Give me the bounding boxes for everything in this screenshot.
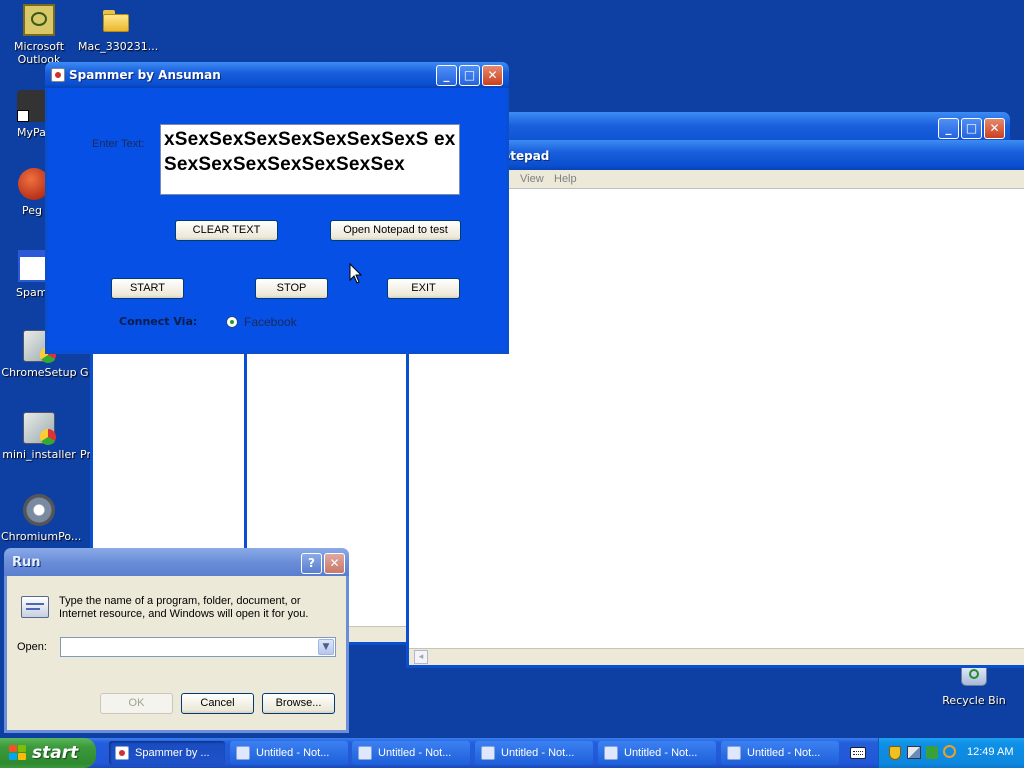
- desktop-icon-label: ChromeSetup: [1, 366, 77, 379]
- taskbar-button-notepad-2[interactable]: Untitled - Not...: [352, 741, 470, 765]
- close-button[interactable]: ✕: [984, 118, 1005, 139]
- close-button[interactable]: ✕: [482, 65, 503, 86]
- taskbar-button-label: Untitled - Not...: [624, 747, 698, 759]
- clock[interactable]: 12:49 AM: [967, 746, 1013, 758]
- open-combobox[interactable]: ▼: [60, 637, 336, 657]
- search-icon[interactable]: [943, 745, 956, 758]
- network-icon[interactable]: [907, 746, 921, 759]
- desktop-icon-chromiumpo[interactable]: ChromiumPo...: [1, 494, 81, 543]
- spammer-title: Spammer by Ansuman: [69, 68, 221, 82]
- windows-logo-icon: [9, 745, 26, 761]
- start-button[interactable]: start: [0, 738, 96, 768]
- desktop-icon-label: Peg: [22, 204, 42, 217]
- desktop-icon-outlook[interactable]: Microsoft Outlook: [1, 4, 77, 66]
- desktop-icon-mini-installer[interactable]: mini_installer: [1, 412, 77, 461]
- minimize-button[interactable]: _: [938, 118, 959, 139]
- taskbar-button-label: Untitled - Not...: [256, 747, 330, 759]
- ok-button[interactable]: OK: [100, 693, 173, 714]
- chromium-icon: [23, 494, 55, 526]
- app-icon: [115, 746, 129, 760]
- desktop-icon-label: Recycle Bin: [942, 694, 1006, 707]
- notepad-icon: [481, 746, 495, 760]
- run-description: Type the name of a program, folder, docu…: [59, 595, 309, 620]
- menu-view[interactable]: View: [520, 170, 544, 188]
- taskbar-button-notepad-1[interactable]: Untitled - Not...: [230, 741, 348, 765]
- exit-button[interactable]: EXIT: [387, 278, 460, 299]
- run-title: Run: [12, 555, 41, 570]
- taskbar-button-notepad-5[interactable]: Untitled - Not...: [721, 741, 839, 765]
- notepad-icon: [604, 746, 618, 760]
- notepad-icon: [236, 746, 250, 760]
- connect-via-label: Connect Via:: [119, 315, 198, 328]
- run-dialog[interactable]: Run ? ✕ Type the name of a program, fold…: [4, 548, 349, 733]
- notepad-title: otepad: [502, 149, 550, 163]
- taskbar-button-label: Spammer by ...: [135, 747, 210, 759]
- taskbar-button-label: Untitled - Not...: [378, 747, 452, 759]
- mouse-cursor-icon: [349, 263, 363, 284]
- notepad-icon: [727, 746, 741, 760]
- run-body: Type the name of a program, folder, docu…: [4, 576, 349, 733]
- keyboard-icon[interactable]: [850, 747, 866, 759]
- stop-button[interactable]: STOP: [255, 278, 328, 299]
- run-titlebar[interactable]: Run: [4, 548, 349, 576]
- desktop-icon-label-partial: G: [80, 366, 89, 379]
- enter-text-label: Enter Text:: [92, 138, 145, 150]
- maximize-button[interactable]: □: [961, 118, 982, 139]
- menu-help[interactable]: Help: [554, 170, 577, 188]
- minimize-button[interactable]: _: [436, 65, 457, 86]
- scroll-left-icon[interactable]: ◂: [414, 650, 428, 664]
- close-button[interactable]: ✕: [324, 553, 345, 574]
- taskbar-button-label: Untitled - Not...: [501, 747, 575, 759]
- cancel-button[interactable]: Cancel: [181, 693, 254, 714]
- spam-text-input[interactable]: xSexSexSexSexSexSexSexS exSexSexSexSexSe…: [160, 124, 460, 195]
- start-label: start: [32, 743, 79, 763]
- app-icon: [51, 68, 65, 82]
- taskbar-button-notepad-4[interactable]: Untitled - Not...: [598, 741, 716, 765]
- desktop-icon-label: mini_installer: [2, 448, 76, 461]
- folder-icon: [100, 4, 132, 36]
- clear-text-button[interactable]: CLEAR TEXT: [175, 220, 278, 241]
- desktop-icon-label: ChromiumPo...: [1, 530, 82, 543]
- open-notepad-button[interactable]: Open Notepad to test: [330, 220, 461, 241]
- open-label: Open:: [17, 641, 47, 653]
- browse-button[interactable]: Browse...: [262, 693, 335, 714]
- installer-icon: [23, 412, 56, 445]
- outlook-icon: [23, 4, 55, 36]
- desktop-icon-label: Spam: [16, 286, 48, 299]
- desktop-icon-recycle-bin[interactable]: Recycle Bin: [936, 664, 1012, 707]
- desktop-icon-label: Mac_330231...: [78, 40, 159, 53]
- horizontal-scrollbar[interactable]: ◂: [409, 648, 1024, 665]
- taskbar-button-spammer[interactable]: Spammer by ...: [109, 741, 225, 765]
- taskbar-button-label: Untitled - Not...: [747, 747, 821, 759]
- start-button[interactable]: START: [111, 278, 184, 299]
- facebook-radio-label[interactable]: Facebook: [244, 315, 297, 329]
- run-program-icon: [21, 596, 49, 618]
- notepad-icon: [358, 746, 372, 760]
- maximize-button[interactable]: □: [459, 65, 480, 86]
- taskbar-button-notepad-3[interactable]: Untitled - Not...: [475, 741, 593, 765]
- update-icon[interactable]: [926, 746, 938, 759]
- facebook-radio[interactable]: [226, 316, 238, 328]
- spammer-window[interactable]: Spammer by Ansuman _ □ ✕ Enter Text: xSe…: [45, 62, 509, 354]
- desktop-icon-label: MyPa: [17, 126, 46, 139]
- chevron-down-icon[interactable]: ▼: [318, 639, 334, 655]
- help-button[interactable]: ?: [301, 553, 322, 574]
- security-shield-icon[interactable]: [889, 746, 901, 760]
- spammer-body: Enter Text: xSexSexSexSexSexSexSexS exSe…: [45, 88, 509, 354]
- system-tray: 12:49 AM: [878, 738, 1024, 768]
- desktop-icon-mac-folder[interactable]: Mac_330231...: [78, 4, 158, 53]
